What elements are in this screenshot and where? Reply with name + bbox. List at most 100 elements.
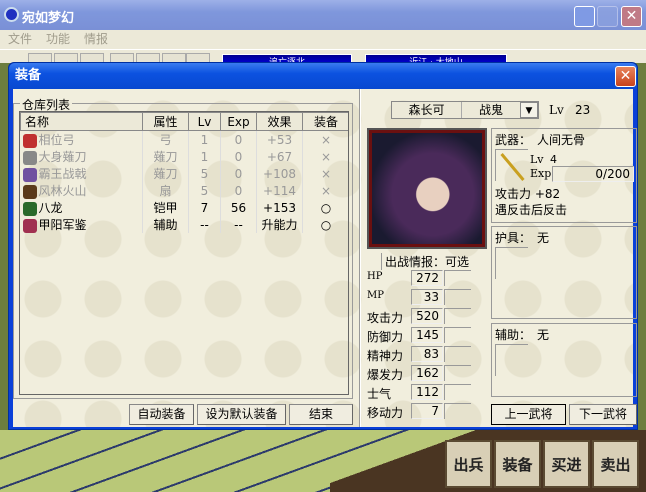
stat-value: 272 (411, 270, 443, 286)
stat-value: 7 (411, 403, 443, 419)
weapon-skill: 遇反击后反击 (495, 203, 568, 217)
item-type: 弓 (142, 130, 189, 148)
item-equip-mark[interactable]: × (302, 148, 348, 165)
item-effect: 升能力 (256, 216, 303, 233)
item-equip-mark[interactable]: × (302, 165, 348, 182)
weapon-icon (495, 149, 528, 181)
stat-label: 爆发力 (367, 368, 404, 382)
stat-label: 防御力 (367, 330, 404, 344)
item-effect: +53 (256, 130, 303, 148)
item-type: 薙刀 (142, 148, 189, 165)
minimize-button[interactable] (574, 6, 595, 27)
col-type[interactable]: 属性 (142, 112, 189, 131)
stat-value: 83 (411, 346, 443, 362)
inventory-table-frame: 名称 属性 Lv Exp 效果 装备 相位弓 弓 1 0 +53 × 大身薙刀 薙… (19, 111, 349, 395)
menu-function[interactable]: 功能 (46, 32, 70, 46)
app-title: 宛如梦幻 (22, 11, 75, 26)
item-effect: +108 (256, 165, 303, 182)
stat-value: 112 (411, 384, 443, 400)
item-exp: 0 (220, 130, 257, 148)
col-lv[interactable]: Lv (188, 112, 221, 131)
sortie-button[interactable]: 出兵 (445, 440, 492, 488)
col-effect[interactable]: 效果 (256, 112, 303, 131)
item-type: 辅助 (142, 216, 189, 233)
aux-icon-slot (495, 344, 528, 376)
character-portrait (367, 128, 487, 249)
item-name: 相位弓 (38, 133, 75, 147)
sell-button[interactable]: 卖出 (592, 440, 639, 488)
stat-label: HP (367, 271, 383, 282)
bow-icon (22, 133, 37, 148)
stat-label: 移动力 (367, 406, 404, 420)
item-equip-mark[interactable]: × (302, 182, 348, 199)
inventory-table: 名称 属性 Lv Exp 效果 装备 相位弓 弓 1 0 +53 × 大身薙刀 薙… (20, 112, 348, 233)
inventory-row[interactable]: 甲阳军鉴 辅助 -- -- 升能力 ○ (20, 216, 348, 233)
auto-equip-button[interactable]: 自动装备 (129, 404, 194, 425)
buy-button[interactable]: 买进 (543, 440, 590, 488)
halberd-icon (22, 167, 37, 182)
stat-label: 士气 (367, 387, 392, 401)
inventory-row[interactable]: 大身薙刀 薙刀 1 0 +67 × (20, 148, 348, 165)
menu-info[interactable]: 情报 (84, 32, 108, 46)
item-exp: 0 (220, 148, 257, 165)
stat-value: 162 (411, 365, 443, 381)
inventory-row[interactable]: 风林火山 扇 5 0 +114 × (20, 182, 348, 199)
item-exp: 0 (220, 165, 257, 182)
item-name: 霸王战戟 (38, 167, 87, 181)
item-exp: -- (220, 216, 257, 233)
stat-bonus (444, 289, 471, 305)
equip-button[interactable]: 装备 (494, 440, 541, 488)
menu-file[interactable]: 文件 (8, 32, 32, 46)
col-name[interactable]: 名称 (20, 112, 143, 131)
prev-general-button[interactable]: 上一武将 (491, 404, 566, 425)
dialog-close-button[interactable]: ✕ (615, 66, 636, 87)
set-default-button[interactable]: 设为默认装备 (197, 404, 286, 425)
character-select[interactable]: 森长可 战鬼 ▼ (391, 101, 539, 119)
item-equip-mark[interactable]: ○ (302, 216, 348, 233)
weapon-label: 武器： (495, 133, 532, 147)
item-equip-mark[interactable]: ○ (302, 199, 348, 216)
inventory-row[interactable]: 相位弓 弓 1 0 +53 × (20, 130, 348, 148)
weapon-lv-label: Lv (530, 153, 544, 166)
stat-bonus (444, 365, 471, 381)
aux-label: 辅助： (495, 328, 532, 342)
weapon-exp-label: Exp (530, 167, 552, 180)
armor-name: 无 (537, 231, 550, 245)
inventory-row[interactable]: 霸王战戟 薙刀 5 0 +108 × (20, 165, 348, 182)
sortie-status: 出战情报：可选 (381, 253, 469, 270)
stat-bonus (444, 270, 471, 286)
stat-value: 33 (411, 289, 443, 305)
item-lv: 1 (188, 130, 221, 148)
chevron-down-icon[interactable]: ▼ (520, 102, 538, 118)
stat-bonus (444, 327, 471, 343)
character-class: 战鬼 (478, 103, 503, 117)
stat-bonus (444, 346, 471, 362)
inventory-row[interactable]: 八龙 铠甲 7 56 +153 ○ (20, 199, 348, 216)
naginata-icon (22, 150, 37, 165)
weapon-exp-bar: 0/200 (552, 166, 634, 182)
end-button[interactable]: 结束 (289, 404, 353, 425)
divider (359, 89, 361, 427)
item-equip-mark[interactable]: × (302, 130, 348, 148)
weapon-lv: 4 (550, 153, 557, 166)
item-effect: +153 (256, 199, 303, 216)
item-lv: 5 (188, 182, 221, 199)
col-exp[interactable]: Exp (220, 112, 257, 131)
next-general-button[interactable]: 下一武将 (569, 404, 637, 425)
armor-panel: 护具： 无 (491, 226, 637, 319)
app-close-button[interactable]: ✕ (621, 6, 642, 27)
dialog-body: 仓库列表 名称 属性 Lv Exp 效果 装备 相位弓 弓 1 0 +53 × 大… (13, 89, 637, 427)
col-equip[interactable]: 装备 (302, 112, 348, 131)
stat-bonus (444, 308, 471, 324)
item-name: 风林火山 (38, 184, 87, 198)
armor-icon (22, 201, 37, 216)
item-name: 甲阳军鉴 (38, 218, 87, 232)
item-lv: 7 (188, 199, 221, 216)
item-name: 大身薙刀 (38, 150, 87, 164)
item-exp: 56 (220, 199, 257, 216)
stat-value: 145 (411, 327, 443, 343)
stat-value: 520 (411, 308, 443, 324)
stat-label: 精神力 (367, 349, 404, 363)
maximize-button[interactable] (597, 6, 618, 27)
item-type: 铠甲 (142, 199, 189, 216)
